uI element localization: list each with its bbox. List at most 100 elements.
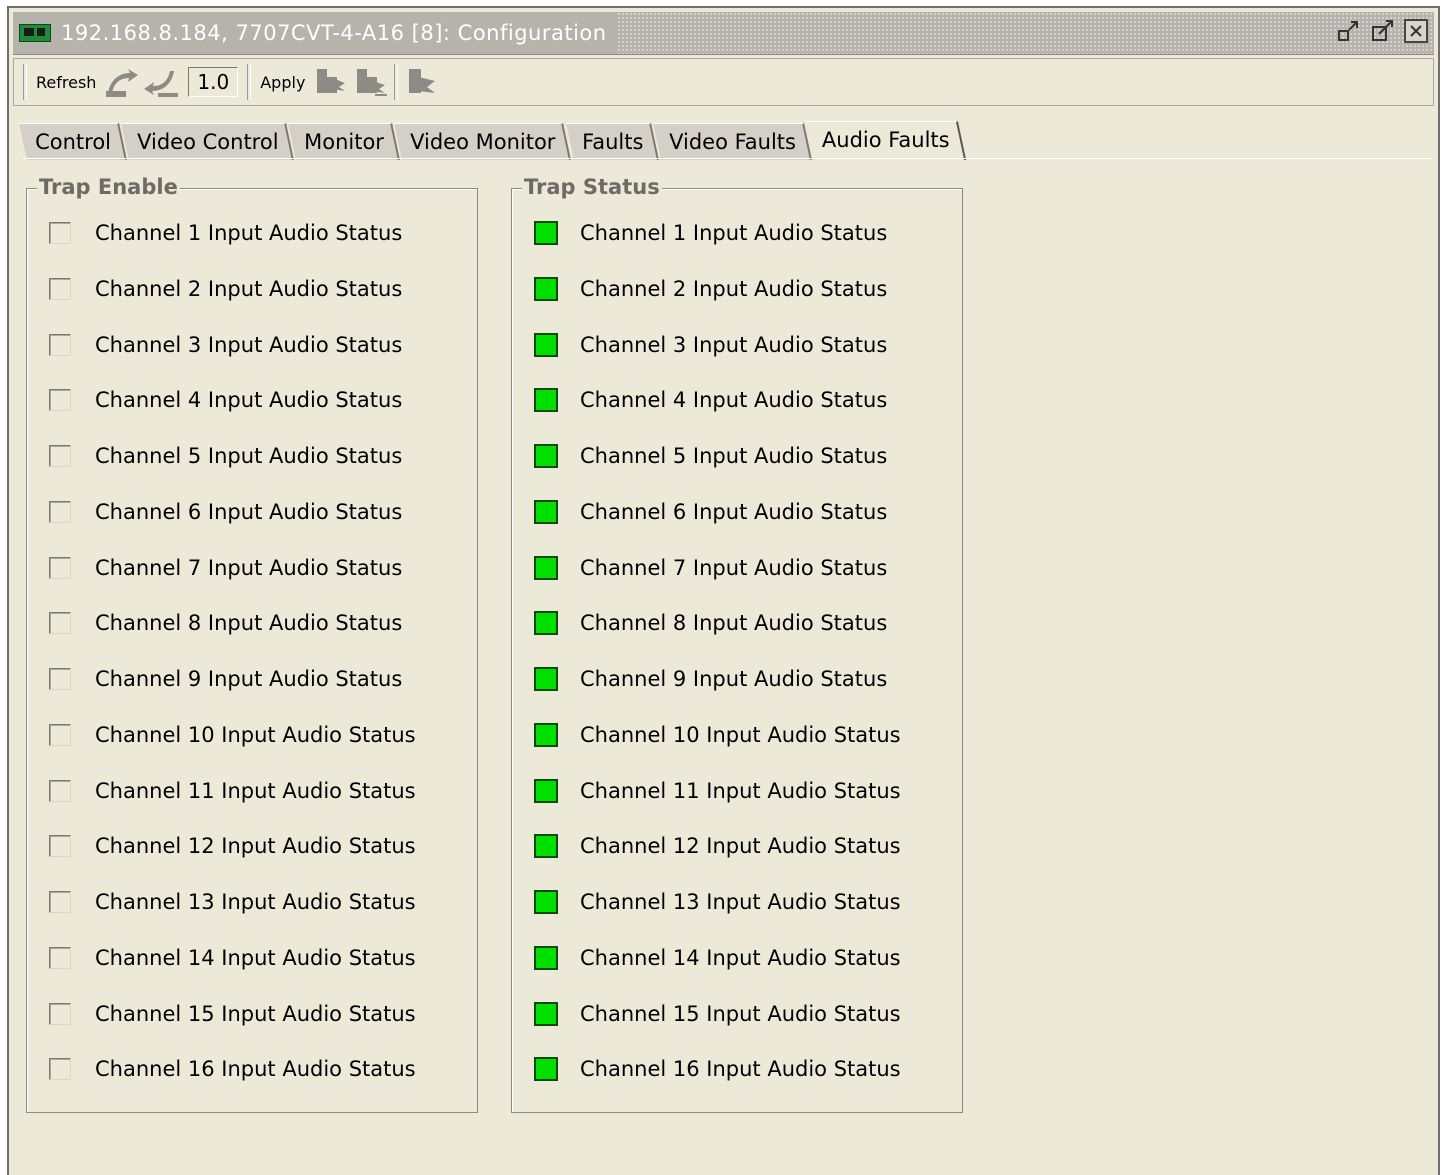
trap-enable-checkbox[interactable] xyxy=(49,779,71,802)
tab-video-faults[interactable]: Video Faults xyxy=(652,123,812,160)
trap-status-label: Channel 12 Input Audio Status xyxy=(580,834,901,859)
trap-enable-checkbox[interactable] xyxy=(49,1002,71,1025)
trap-status-label: Channel 3 Input Audio Status xyxy=(580,332,888,357)
tab-video-control[interactable]: Video Control xyxy=(120,123,295,160)
trap-enable-checkbox[interactable] xyxy=(49,668,71,690)
tab-label: Audio Faults xyxy=(821,128,950,152)
refresh-button[interactable]: Refresh xyxy=(30,73,102,92)
trap-enable-checkbox[interactable] xyxy=(49,445,71,467)
tab-control[interactable]: Control xyxy=(19,123,127,160)
trap-enable-row[interactable]: Channel 11 Input Audio Status xyxy=(49,776,416,806)
status-indicator-icon xyxy=(534,221,558,245)
trap-enable-row[interactable]: Channel 2 Input Audio Status xyxy=(49,274,402,304)
trap-enable-label: Channel 3 Input Audio Status xyxy=(95,332,403,357)
trap-enable-checkbox[interactable] xyxy=(49,612,71,635)
trap-enable-checkbox[interactable] xyxy=(49,835,71,858)
trap-enable-label: Channel 10 Input Audio Status xyxy=(95,722,416,747)
trap-enable-checkbox[interactable] xyxy=(49,723,71,746)
trap-enable-row[interactable]: Channel 16 Input Audio Status xyxy=(49,1054,416,1084)
apply-network-icon[interactable] xyxy=(401,62,441,102)
trap-status-label: Channel 6 Input Audio Status xyxy=(580,499,888,524)
trap-enable-row[interactable]: Channel 14 Input Audio Status xyxy=(49,943,416,973)
tab-label: Monitor xyxy=(304,130,385,154)
trap-status-title: Trap Status xyxy=(522,175,662,199)
status-indicator-icon xyxy=(534,722,558,747)
apply-button[interactable]: Apply xyxy=(254,73,311,92)
status-indicator-icon xyxy=(534,890,558,914)
trap-status-row: Channel 5 Input Audio Status xyxy=(534,441,887,471)
trap-enable-label: Channel 4 Input Audio Status xyxy=(95,388,403,413)
trap-status-label: Channel 1 Input Audio Status xyxy=(580,221,888,245)
tab-monitor[interactable]: Monitor xyxy=(288,123,401,160)
config-window: 192.168.8.184, 7707CVT-4-A16 [8]: Config… xyxy=(7,6,1440,1175)
tab-faults[interactable]: Faults xyxy=(565,123,659,160)
trap-enable-row[interactable]: Channel 5 Input Audio Status xyxy=(49,441,402,471)
card-icon xyxy=(19,24,51,42)
status-indicator-icon xyxy=(534,444,558,468)
trap-enable-label: Channel 9 Input Audio Status xyxy=(95,667,403,691)
trap-status-label: Channel 7 Input Audio Status xyxy=(580,555,888,580)
title-bar[interactable]: 192.168.8.184, 7707CVT-4-A16 [8]: Config… xyxy=(13,12,1434,55)
apply-all-icon[interactable] xyxy=(311,62,351,102)
trap-status-label: Channel 4 Input Audio Status xyxy=(580,388,888,413)
tab-label: Video Faults xyxy=(668,130,796,154)
trap-enable-label: Channel 11 Input Audio Status xyxy=(95,778,416,803)
tab-label: Video Control xyxy=(137,130,279,154)
trap-enable-row[interactable]: Channel 10 Input Audio Status xyxy=(49,720,416,750)
upload-icon[interactable] xyxy=(102,62,142,102)
trap-status-row: Channel 9 Input Audio Status xyxy=(534,664,887,694)
trap-enable-checkbox[interactable] xyxy=(49,333,71,356)
tab-bar: Control Video Control Monitor Video Moni… xyxy=(19,120,966,160)
trap-enable-row[interactable]: Channel 7 Input Audio Status xyxy=(49,553,402,583)
toolbar-separator xyxy=(247,64,252,100)
trap-enable-row[interactable]: Channel 12 Input Audio Status xyxy=(49,831,416,861)
trap-enable-checkbox[interactable] xyxy=(49,556,71,579)
tab-video-monitor[interactable]: Video Monitor xyxy=(394,123,572,160)
trap-status-label: Channel 15 Input Audio Status xyxy=(580,1001,901,1026)
trap-enable-checkbox[interactable] xyxy=(49,891,71,913)
trap-enable-row[interactable]: Channel 4 Input Audio Status xyxy=(49,385,402,415)
trap-enable-checkbox[interactable] xyxy=(49,277,71,300)
window-title: 192.168.8.184, 7707CVT-4-A16 [8]: Config… xyxy=(61,21,607,45)
trap-enable-label: Channel 15 Input Audio Status xyxy=(95,1001,416,1026)
trap-enable-row[interactable]: Channel 8 Input Audio Status xyxy=(49,608,402,638)
window-controls xyxy=(1336,18,1428,44)
status-indicator-icon xyxy=(534,388,558,413)
trap-status-row: Channel 6 Input Audio Status xyxy=(534,497,887,527)
trap-enable-label: Channel 2 Input Audio Status xyxy=(95,276,403,301)
toolbar: Refresh 1.0 Apply xyxy=(13,58,1434,106)
trap-enable-row[interactable]: Channel 9 Input Audio Status xyxy=(49,664,402,694)
trap-enable-checkbox[interactable] xyxy=(49,500,71,523)
trap-enable-checkbox[interactable] xyxy=(49,389,71,412)
tab-audio-faults[interactable]: Audio Faults xyxy=(805,121,966,160)
trap-enable-checkbox[interactable] xyxy=(49,946,71,969)
status-indicator-icon xyxy=(534,945,558,970)
title-wrap: 192.168.8.184, 7707CVT-4-A16 [8]: Config… xyxy=(13,12,617,54)
trap-enable-checkbox[interactable] xyxy=(49,222,71,244)
status-indicator-icon xyxy=(534,611,558,636)
tab-label: Video Monitor xyxy=(410,130,556,154)
status-indicator-icon xyxy=(534,1001,558,1026)
trap-enable-checkbox[interactable] xyxy=(49,1058,71,1081)
trap-status-label: Channel 10 Input Audio Status xyxy=(580,722,901,747)
download-icon[interactable] xyxy=(142,62,182,102)
trap-enable-row[interactable]: Channel 15 Input Audio Status xyxy=(49,999,416,1029)
maximize-icon[interactable] xyxy=(1370,18,1396,44)
tab-label: Control xyxy=(35,130,112,154)
trap-status-row: Channel 12 Input Audio Status xyxy=(534,831,901,861)
trap-status-label: Channel 13 Input Audio Status xyxy=(580,890,901,914)
trap-status-row: Channel 4 Input Audio Status xyxy=(534,385,887,415)
trap-enable-row[interactable]: Channel 13 Input Audio Status xyxy=(49,887,416,917)
apply-selected-icon[interactable] xyxy=(351,62,391,102)
trap-enable-row[interactable]: Channel 1 Input Audio Status xyxy=(49,218,402,248)
trap-enable-group: Trap Enable Channel 1 Input Audio Status… xyxy=(26,175,478,1113)
status-indicator-icon xyxy=(534,834,558,859)
trap-enable-row[interactable]: Channel 3 Input Audio Status xyxy=(49,330,402,360)
trap-enable-title: Trap Enable xyxy=(37,175,180,199)
restore-icon[interactable] xyxy=(1336,18,1362,44)
close-icon[interactable] xyxy=(1404,19,1428,43)
status-indicator-icon xyxy=(534,276,558,301)
status-indicator-icon xyxy=(534,667,558,691)
trap-enable-label: Channel 13 Input Audio Status xyxy=(95,890,416,914)
trap-enable-row[interactable]: Channel 6 Input Audio Status xyxy=(49,497,402,527)
